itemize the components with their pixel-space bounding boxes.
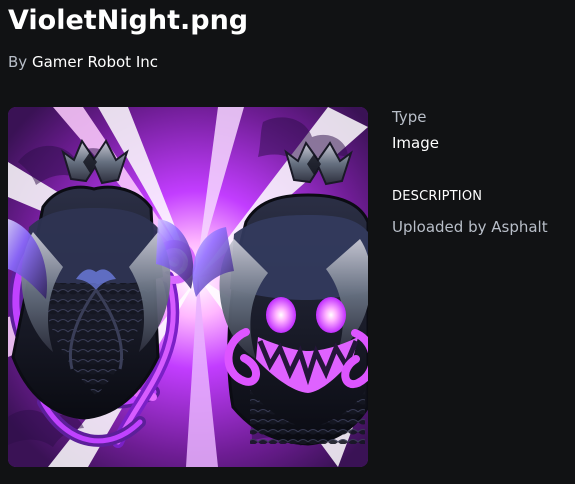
asset-thumbnail xyxy=(8,107,368,467)
type-value: Image xyxy=(392,134,439,152)
type-label: Type xyxy=(392,108,427,126)
creator-line: By Gamer Robot Inc xyxy=(8,52,158,72)
description-heading: DESCRIPTION xyxy=(392,189,483,204)
violet-night-artwork-icon xyxy=(8,107,368,467)
description-text: Uploaded by Asphalt xyxy=(392,218,548,236)
asset-page: VioletNight.png By Gamer Robot Inc Type … xyxy=(0,0,575,484)
asset-details: Type Image xyxy=(392,107,572,153)
asset-title: VioletNight.png xyxy=(8,5,249,36)
creator-link[interactable]: Gamer Robot Inc xyxy=(32,53,158,71)
creator-prefix: By xyxy=(8,53,28,71)
